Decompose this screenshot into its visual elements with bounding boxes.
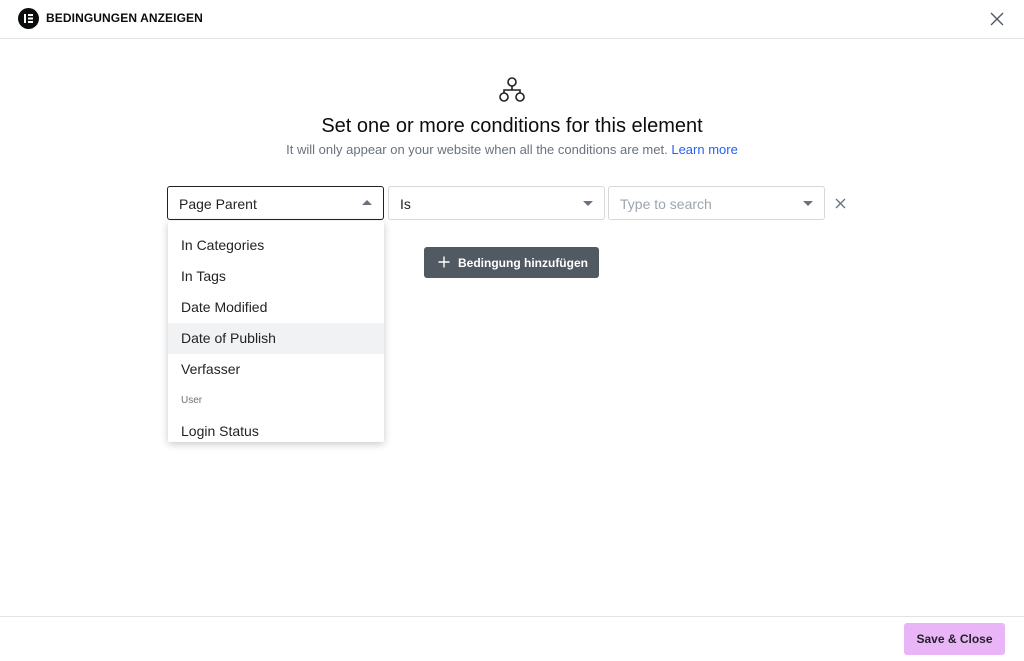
elementor-logo-icon xyxy=(18,8,39,29)
condition-operator-value: Is xyxy=(400,196,411,212)
dropdown-option-login-status[interactable]: Login Status xyxy=(168,416,384,442)
modal-header: BEDINGUNGEN ANZEIGEN xyxy=(0,0,1024,39)
learn-more-link[interactable]: Learn more xyxy=(671,142,737,157)
dropdown-option-verfasser[interactable]: Verfasser xyxy=(168,354,384,385)
caret-down-icon xyxy=(803,201,813,206)
condition-value-placeholder: Type to search xyxy=(620,196,712,212)
plus-icon xyxy=(437,255,451,269)
dropdown-option-date-modified[interactable]: Date Modified xyxy=(168,292,384,323)
save-close-button[interactable]: Save & Close xyxy=(904,623,1005,655)
caret-down-icon xyxy=(583,201,593,206)
modal-title: BEDINGUNGEN ANZEIGEN xyxy=(46,11,203,25)
dropdown-option-in-tags[interactable]: In Tags xyxy=(168,261,384,292)
subtitle-text: It will only appear on your website when… xyxy=(286,142,668,157)
close-icon[interactable] xyxy=(988,10,1006,28)
condition-field-select[interactable]: Page Parent xyxy=(167,186,384,220)
add-condition-label: Bedingung hinzufügen xyxy=(458,256,588,270)
modal-footer xyxy=(0,616,1024,661)
condition-operator-select[interactable]: Is xyxy=(388,186,605,220)
dropdown-option-date-of-publish[interactable]: Date of Publish xyxy=(168,323,384,354)
page-title: Set one or more conditions for this elem… xyxy=(321,115,703,137)
page-subtitle: It will only appear on your website when… xyxy=(0,142,1024,157)
remove-condition-icon[interactable] xyxy=(834,197,847,210)
dropdown-group-user: User xyxy=(181,395,203,406)
condition-value-select[interactable]: Type to search xyxy=(608,186,825,220)
add-condition-button[interactable]: Bedingung hinzufügen xyxy=(424,247,599,278)
dropdown-option-in-categories[interactable]: In Categories xyxy=(168,230,384,261)
caret-up-icon xyxy=(362,200,372,205)
sitemap-icon xyxy=(498,77,526,103)
condition-field-dropdown: In Categories In Tags Date Modified Date… xyxy=(168,221,384,442)
condition-field-value: Page Parent xyxy=(179,196,257,212)
